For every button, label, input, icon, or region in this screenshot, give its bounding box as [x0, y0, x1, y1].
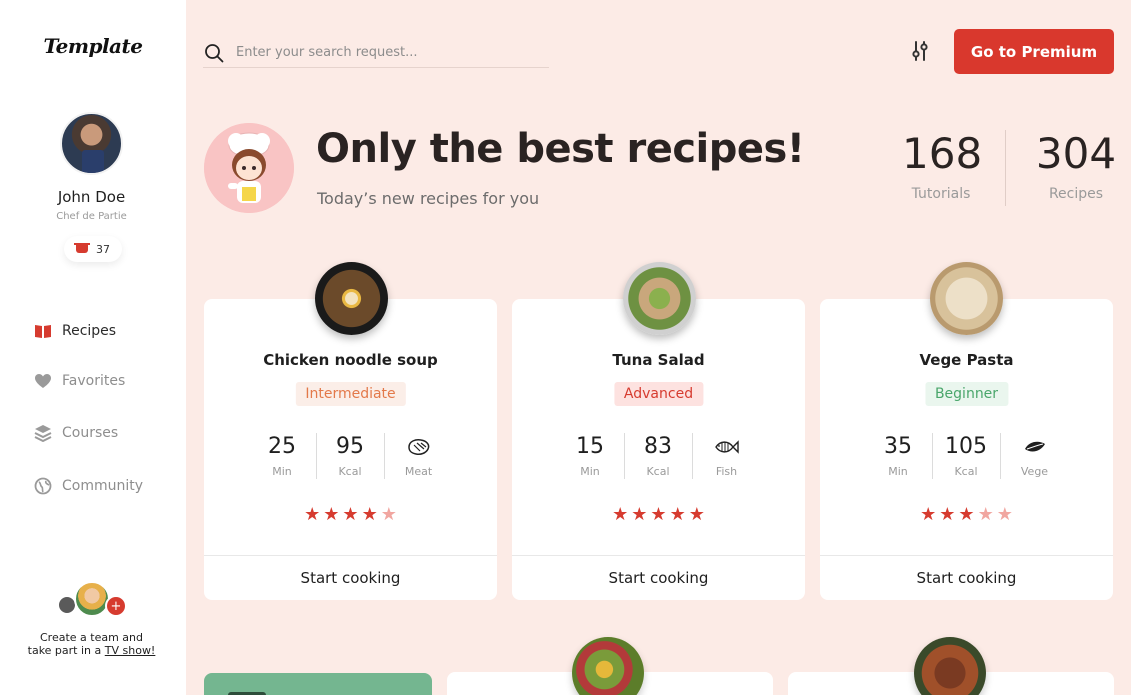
search-input[interactable]	[236, 45, 536, 60]
badge-count: 37	[96, 242, 110, 256]
metric-time: 25 Min	[249, 433, 317, 479]
star-icon: ★	[996, 504, 1013, 525]
star-icon: ★	[920, 504, 937, 525]
sidebar-item-recipes[interactable]: Recipes	[34, 322, 116, 340]
recipe-card[interactable]: Vege Pasta Beginner 35 Min 105 Kcal Vege ★…	[820, 299, 1113, 600]
user-name: John Doe	[57, 188, 126, 206]
sidebar-item-label: Courses	[62, 425, 119, 441]
star-icon: ★	[688, 504, 705, 525]
star-icon: ★	[977, 504, 994, 525]
star-icon: ★	[342, 504, 359, 525]
user-role: Chef de Partie	[56, 211, 127, 222]
star-icon: ★	[612, 504, 629, 525]
leaf-icon	[1024, 441, 1045, 452]
dish-image	[572, 637, 644, 695]
pot-icon	[74, 243, 90, 253]
star-icon: ★	[958, 504, 975, 525]
sidebar-item-label: Recipes	[62, 323, 117, 339]
add-team-member-button[interactable]: +	[105, 595, 127, 617]
stat-value: 304	[1035, 129, 1117, 178]
stat-label: Recipes	[1048, 186, 1104, 202]
start-cooking-button[interactable]: Start cooking	[204, 555, 497, 600]
stat-value: 168	[902, 129, 983, 178]
star-icon: ★	[631, 504, 648, 525]
metric-kcal: 95 Kcal	[317, 433, 385, 479]
promo-card[interactable]	[204, 673, 432, 695]
steak-icon	[407, 439, 429, 455]
start-cooking-button[interactable]: Start cooking	[820, 555, 1113, 600]
difficulty-badge: Intermediate	[295, 382, 406, 406]
globe-icon	[34, 477, 52, 495]
team-text-line2: take part in a	[27, 644, 105, 657]
dish-image	[623, 262, 696, 335]
stat-divider	[1005, 130, 1006, 206]
metric-time: 15 Min	[557, 433, 625, 479]
search-icon[interactable]	[204, 43, 224, 63]
recipe-title: Vege Pasta	[919, 351, 1014, 369]
start-cooking-button[interactable]: Start cooking	[512, 555, 805, 600]
rating-stars: ★ ★ ★ ★ ★	[512, 506, 805, 524]
sidebar: Template John Doe Chef de Partie 37 Reci…	[0, 0, 186, 695]
layers-icon	[34, 424, 52, 442]
dish-image	[914, 637, 986, 695]
difficulty-badge: Advanced	[613, 382, 704, 406]
user-badge[interactable]: 37	[64, 236, 122, 262]
metric-type: Meat	[385, 433, 453, 479]
star-icon: ★	[669, 504, 686, 525]
app-logo[interactable]: Template	[0, 34, 186, 58]
star-icon: ★	[361, 504, 378, 525]
star-icon: ★	[304, 504, 321, 525]
team-promo: + Create a team and take part in a TV sh…	[0, 580, 183, 657]
stat-tutorials: 168 Tutorials	[902, 129, 983, 203]
metric-kcal: 105 Kcal	[933, 433, 1001, 479]
user-avatar[interactable]	[60, 112, 123, 175]
sidebar-item-label: Community	[62, 478, 144, 494]
fish-icon	[714, 440, 739, 454]
rating-stars: ★ ★ ★ ★ ★	[820, 506, 1113, 524]
team-avatar	[74, 581, 110, 617]
sidebar-item-courses[interactable]: Courses	[34, 424, 118, 442]
recipe-title: Chicken noodle soup	[263, 351, 438, 369]
stat-label: Tutorials	[911, 186, 971, 202]
metric-type: Fish	[693, 433, 761, 479]
star-icon: ★	[650, 504, 667, 525]
go-to-premium-button[interactable]: Go to Premium	[954, 29, 1114, 74]
sidebar-item-label: Favorites	[62, 373, 126, 389]
book-icon	[34, 322, 52, 340]
metric-kcal: 83 Kcal	[625, 433, 693, 479]
chef-illustration	[204, 123, 294, 213]
star-icon: ★	[380, 504, 397, 525]
search-bar	[203, 38, 549, 68]
dish-image	[930, 262, 1003, 335]
filter-icon[interactable]	[909, 40, 931, 62]
team-text-line1: Create a team and	[39, 631, 143, 644]
recipe-card[interactable]: Chicken noodle soup Intermediate 25 Min 9…	[204, 299, 497, 600]
hero-subtitle: Today’s new recipes for you	[317, 189, 540, 208]
hero-title: Only the best recipes!	[316, 126, 805, 172]
recipe-title: Tuna Salad	[612, 351, 705, 369]
metric-time: 35 Min	[865, 433, 933, 479]
star-icon: ★	[939, 504, 956, 525]
difficulty-badge: Beginner	[924, 382, 1009, 406]
recipe-card[interactable]: Tuna Salad Advanced 15 Min 83 Kcal Fish ★ ★…	[512, 299, 805, 600]
stat-recipes: 304 Recipes	[1035, 129, 1117, 203]
sidebar-item-favorites[interactable]: Favorites	[34, 372, 125, 390]
dish-image	[315, 262, 388, 335]
metric-type: Vege	[1001, 433, 1069, 479]
rating-stars: ★ ★ ★ ★ ★	[204, 506, 497, 524]
star-icon: ★	[323, 504, 340, 525]
heart-icon	[34, 372, 52, 390]
sidebar-item-community[interactable]: Community	[34, 477, 143, 495]
tv-show-link[interactable]: TV show!	[105, 644, 156, 657]
